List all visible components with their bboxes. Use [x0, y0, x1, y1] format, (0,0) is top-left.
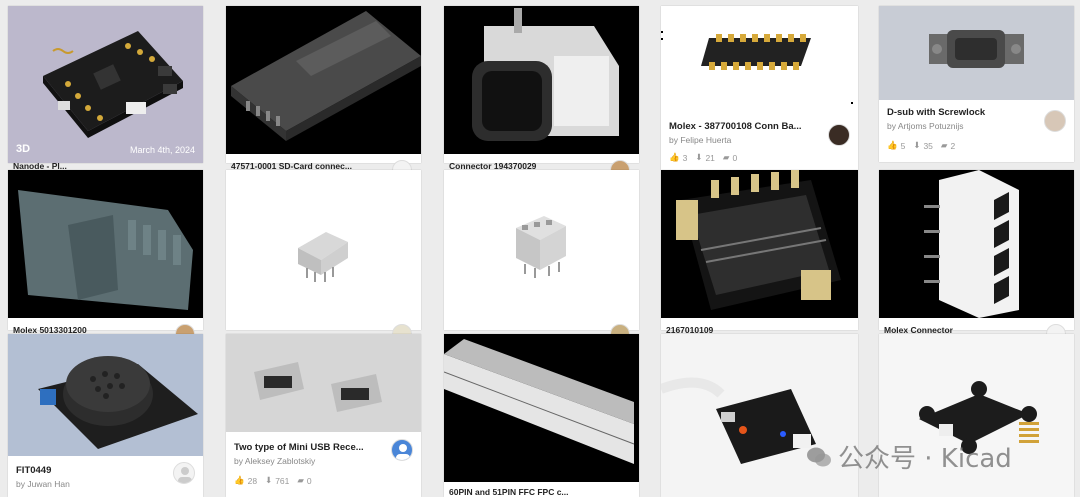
card-title[interactable]: Two type of Mini USB Rece...: [234, 441, 384, 454]
card-sd-card[interactable]: [226, 6, 421, 163]
card-2167010109[interactable]: [661, 170, 858, 330]
comments-stat[interactable]: ▰ 2: [941, 140, 955, 151]
card-mini-usb[interactable]: Two type of Mini USB Rece... by Aleksey …: [226, 334, 421, 497]
thumbnail-connector[interactable]: [444, 6, 639, 154]
thumbnail-molex-5013301200[interactable]: [8, 170, 203, 318]
card-info: Molex - 387700108 Conn Ba... by Felipe H…: [661, 114, 858, 170]
card-fit0449[interactable]: FIT0449 by Juwan Han: [8, 334, 203, 497]
card-connector-194370029[interactable]: [444, 6, 639, 163]
card-title[interactable]: Molex - 387700108 Conn Ba...: [669, 120, 819, 133]
card-molex-connector[interactable]: [879, 170, 1074, 330]
badge-3d: 3D: [16, 143, 31, 155]
comment-icon: ▰: [722, 152, 730, 162]
card-molex-5013301200[interactable]: [8, 170, 203, 330]
card-stats: 👍 28 ⬇ 761 ▰ 0: [234, 475, 413, 486]
thumbnail-header-connector[interactable]: [226, 170, 421, 330]
date-label: March 4th, 2024: [129, 145, 195, 155]
card-dual-row-connector[interactable]: [444, 170, 639, 330]
card-molex-387700108[interactable]: Molex - 387700108 Conn Ba... by Felipe H…: [661, 6, 858, 170]
card-dsub-screwlock[interactable]: D-sub with Screwlock by Artjoms Potuznij…: [879, 6, 1074, 162]
card-author[interactable]: by Felipe Huerta: [669, 135, 850, 145]
card-stats: 👍 3 ⬇ 21 ▰ 0: [669, 152, 850, 163]
watermark: 公众号 · Kicad: [806, 438, 1012, 475]
card-author[interactable]: by Juwan Han: [16, 479, 195, 489]
avatar[interactable]: [1044, 110, 1066, 132]
card-title-peek[interactable]: 60PIN and 51PIN FFC FPC c...: [449, 487, 569, 497]
model-grid: 3D March 4th, 2024 Nanode - Pl... 47571-…: [0, 0, 1080, 497]
thumbs-up-icon: 👍: [669, 152, 680, 162]
likes-stat[interactable]: 👍 3: [669, 152, 687, 163]
avatar[interactable]: [391, 439, 413, 461]
thumbs-up-icon: 👍: [234, 475, 245, 485]
downloads-stat: ⬇ 35: [913, 140, 933, 151]
download-icon: ⬇: [695, 152, 703, 162]
downloads-stat: ⬇ 761: [265, 475, 290, 486]
comment-icon: ▰: [940, 140, 948, 150]
watermark-text: 公众号 · Kicad: [838, 444, 1012, 474]
card-info: D-sub with Screwlock by Artjoms Potuznij…: [879, 100, 1074, 162]
thumbnail-2167010109[interactable]: [661, 170, 858, 318]
card-title[interactable]: FIT0449: [16, 464, 166, 477]
avatar[interactable]: [173, 462, 195, 484]
thumbnail-dsub[interactable]: [879, 6, 1074, 100]
thumbnail-mini-usb[interactable]: [226, 334, 421, 432]
thumbnail-molex-connector[interactable]: [879, 170, 1074, 318]
card-header-connector[interactable]: [226, 170, 421, 330]
download-icon: ⬇: [913, 140, 921, 150]
card-author[interactable]: by Artjoms Potuznijs: [887, 121, 1066, 131]
thumbnail-dual-row-connector[interactable]: [444, 170, 639, 330]
thumbs-up-icon: 👍: [887, 140, 898, 150]
thumbnail-ffc-fpc[interactable]: [444, 334, 639, 482]
card-nanode[interactable]: 3D March 4th, 2024: [8, 6, 203, 163]
wechat-icon: [807, 447, 831, 466]
avatar[interactable]: [828, 124, 850, 146]
comments-stat[interactable]: ▰ 0: [723, 152, 737, 163]
download-icon: ⬇: [265, 475, 273, 485]
likes-stat[interactable]: 👍 5: [887, 140, 905, 151]
comment-icon: ▰: [297, 475, 304, 485]
thumbnail-molex-387700108[interactable]: [661, 6, 858, 114]
thumbnail-fit0449[interactable]: [8, 334, 203, 456]
card-stats: 👍 5 ⬇ 35 ▰ 2: [887, 140, 1066, 151]
downloads-stat: ⬇ 21: [695, 152, 715, 163]
thumbnail-sd-card[interactable]: [226, 6, 421, 154]
comments-stat[interactable]: ▰ 0: [297, 475, 311, 486]
thumbnail-nanode[interactable]: [8, 6, 203, 163]
card-author[interactable]: by Aleksey Zablotskiy: [234, 456, 413, 466]
card-ffc-fpc[interactable]: [444, 334, 639, 497]
card-title[interactable]: D-sub with Screwlock: [887, 106, 1037, 119]
likes-stat[interactable]: 👍 28: [234, 475, 257, 486]
